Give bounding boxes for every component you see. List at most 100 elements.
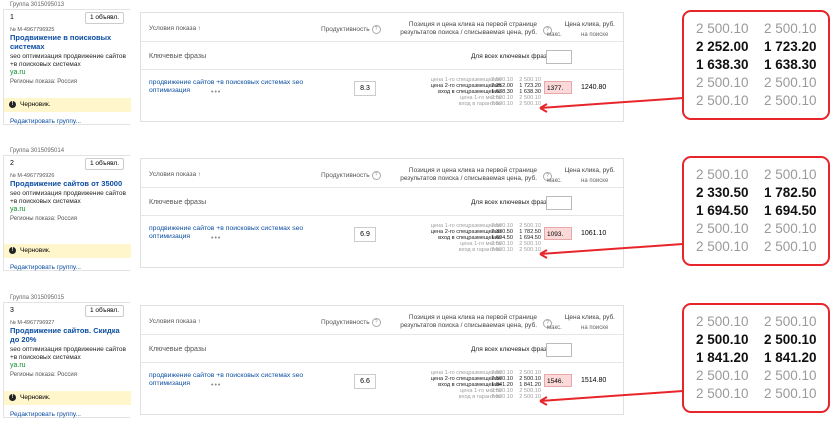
header-productivity-label: Продуктивность bbox=[321, 319, 370, 327]
keyword-phrase-link[interactable]: продвижение сайтов +в поисковых системах… bbox=[149, 79, 319, 95]
group-label: Группа 3015095013 bbox=[10, 2, 65, 8]
ad-domain-link[interactable]: ya.ru bbox=[10, 362, 26, 369]
ad-card-column: Группа 3015095013 1 1 объявл. № М-496779692… bbox=[0, 0, 132, 128]
header-position-1: Позиция и цена клика на первой странице bbox=[408, 21, 537, 28]
charged-price-column: 2 500.10 1 723.20 1 638.30 2 500.10 2 500.10 bbox=[507, 77, 541, 107]
zoom-price: 2 500.10 bbox=[696, 386, 749, 401]
all-keywords-bid-input[interactable] bbox=[546, 196, 572, 210]
group-number: 1 bbox=[10, 14, 14, 21]
zoom-charged: 2 500.10 bbox=[764, 314, 817, 329]
ad-title-link[interactable]: Продвижение в поисковых системах bbox=[10, 33, 128, 51]
header-productivity[interactable]: Продуктивность? bbox=[321, 171, 381, 180]
zoom-row: 2 330.50 1 782.50 bbox=[684, 185, 828, 203]
header-position-2: результатов поиска / списываемая цена, р… bbox=[400, 322, 537, 329]
help-icon[interactable]: ? bbox=[371, 171, 381, 180]
productivity-value: 6.9 bbox=[354, 227, 376, 242]
ads-count-button[interactable]: 1 объявл. bbox=[85, 305, 125, 317]
zoom-row: 2 500.10 2 500.10 bbox=[684, 314, 828, 332]
header-position-1: Позиция и цена клика на первой странице bbox=[408, 167, 537, 174]
row-divider bbox=[141, 187, 623, 188]
charged-value: 2 500.10 bbox=[519, 247, 541, 254]
ad-card: 21 объявл. № М-4967796926 Продвижение сайт… bbox=[3, 155, 131, 271]
max-bid-input[interactable]: 1093. bbox=[544, 227, 572, 240]
ads-count-button[interactable]: 1 объявл. bbox=[85, 12, 125, 24]
ad-card-column: Группа 3015095015 3 1 объявл. № М-496779692… bbox=[0, 293, 132, 421]
draft-status: ! Черновик. bbox=[4, 98, 131, 112]
header-position-1: Позиция и цена клика на первой странице bbox=[408, 314, 537, 321]
more-menu-icon[interactable]: ••• bbox=[211, 89, 221, 96]
charged-value: 2 500.10 bbox=[519, 394, 541, 401]
keywords-label: Ключевые фразы bbox=[149, 53, 207, 60]
header-condition[interactable]: Условия показа ↑ bbox=[149, 171, 201, 178]
keyword-phrase-link[interactable]: продвижение сайтов +в поисковых системах… bbox=[149, 372, 319, 388]
zoom-charged: 2 500.10 bbox=[764, 167, 817, 182]
all-keywords-bid-input[interactable] bbox=[546, 50, 572, 64]
all-keywords-bid-input[interactable] bbox=[546, 343, 572, 357]
header-position-2: результатов поиска / списываемая цена, р… bbox=[400, 175, 537, 182]
zoom-price: 1 694.50 bbox=[696, 203, 749, 218]
zoom-price: 1 841.20 bbox=[696, 350, 749, 365]
ad-group-block: Группа 3015095015 3 1 объявл. № М-496779692… bbox=[0, 293, 840, 421]
row-divider bbox=[141, 215, 623, 216]
ad-text: seo оптимизация продвижение сайтов +в по… bbox=[10, 190, 126, 205]
edit-group-link[interactable]: Редактировать группу... bbox=[10, 118, 81, 125]
more-menu-icon[interactable]: ••• bbox=[211, 382, 221, 389]
ad-domain-link[interactable]: ya.ru bbox=[10, 69, 26, 76]
more-menu-icon[interactable]: ••• bbox=[211, 235, 221, 242]
zoom-price: 2 500.10 bbox=[696, 368, 749, 383]
zoom-charged: 2 500.10 bbox=[764, 239, 817, 254]
zoom-charged: 2 500.10 bbox=[764, 221, 817, 236]
header-bid: Цена клика, руб. bbox=[564, 21, 615, 28]
ad-title-link[interactable]: Продвижение сайтов от 35000 bbox=[10, 179, 128, 189]
draft-status: ! Черновик. bbox=[4, 391, 131, 405]
ads-count-button[interactable]: 1 объявл. bbox=[85, 158, 125, 170]
header-on-search: на поиске bbox=[581, 178, 609, 184]
all-keywords-label: Для всех ключевых фраз: bbox=[471, 346, 549, 353]
draft-label: Черновик. bbox=[20, 394, 51, 401]
zoom-price: 1 638.30 bbox=[696, 57, 749, 72]
ad-text: seo оптимизация продвижение сайтов +в по… bbox=[10, 53, 126, 68]
header-max: макс. bbox=[547, 178, 562, 184]
info-icon: ! bbox=[9, 101, 16, 108]
zoom-row: 2 500.10 2 500.10 bbox=[684, 75, 828, 93]
zoom-callout: 2 500.10 2 500.10 2 330.50 1 782.50 1 694.50… bbox=[682, 156, 830, 266]
header-productivity-label: Продуктивность bbox=[321, 172, 370, 180]
ad-domain-link[interactable]: ya.ru bbox=[10, 206, 26, 213]
on-search-bid: 1061.10 bbox=[581, 230, 607, 237]
zoom-row: 1 694.50 1 694.50 bbox=[684, 203, 828, 221]
zoom-row: 2 500.10 2 500.10 bbox=[684, 93, 828, 111]
all-keywords-label: Для всех ключевых фраз: bbox=[471, 53, 549, 60]
header-productivity[interactable]: Продуктивность? bbox=[321, 25, 381, 34]
zoom-charged: 1 723.20 bbox=[764, 39, 817, 54]
charged-value: 2 500.10 bbox=[519, 101, 541, 108]
ad-title-link[interactable]: Продвижение сайтов. Скидка до 20% bbox=[10, 326, 128, 344]
help-icon[interactable]: ? bbox=[371, 318, 381, 327]
help-icon[interactable]: ? bbox=[371, 25, 381, 34]
zoom-row: 2 500.10 2 500.10 bbox=[684, 239, 828, 257]
header-productivity[interactable]: Продуктивность? bbox=[321, 318, 381, 327]
productivity-value: 8.3 bbox=[354, 81, 376, 96]
header-max: макс. bbox=[547, 325, 562, 331]
header-condition[interactable]: Условия показа ↑ bbox=[149, 25, 201, 32]
ad-card: 11 объявл. № М-4967796925 Продвижение в по… bbox=[3, 9, 131, 125]
zoom-price: 2 500.10 bbox=[696, 21, 749, 36]
zoom-callout: 2 500.10 2 500.10 2 252.00 1 723.20 1 638.30… bbox=[682, 10, 830, 120]
edit-group-link[interactable]: Редактировать группу... bbox=[10, 411, 81, 418]
zoom-charged: 2 500.10 bbox=[764, 21, 817, 36]
zoom-price: 2 330.50 bbox=[696, 185, 749, 200]
header-on-search: на поиске bbox=[581, 325, 609, 331]
max-bid-input[interactable]: 1546. bbox=[544, 374, 572, 387]
zoom-callout: 2 500.10 2 500.10 2 500.10 2 500.10 1 841.20… bbox=[682, 303, 830, 413]
row-divider bbox=[141, 334, 623, 335]
header-on-search: на поиске bbox=[581, 32, 609, 38]
header-condition[interactable]: Условия показа ↑ bbox=[149, 318, 201, 325]
draft-label: Черновик. bbox=[20, 247, 51, 254]
row-divider bbox=[141, 69, 623, 70]
ad-regions: Регионы показа: Россия bbox=[10, 79, 77, 85]
conditions-table: Условия показа ↑ Продуктивность? Позиция и… bbox=[140, 305, 624, 415]
edit-group-link[interactable]: Редактировать группу... bbox=[10, 264, 81, 271]
keyword-phrase-link[interactable]: продвижение сайтов +в поисковых системах… bbox=[149, 225, 319, 241]
zoom-price: 2 500.10 bbox=[696, 75, 749, 90]
max-bid-input[interactable]: 1377. bbox=[544, 81, 572, 94]
ad-regions: Регионы показа: Россия bbox=[10, 216, 77, 222]
